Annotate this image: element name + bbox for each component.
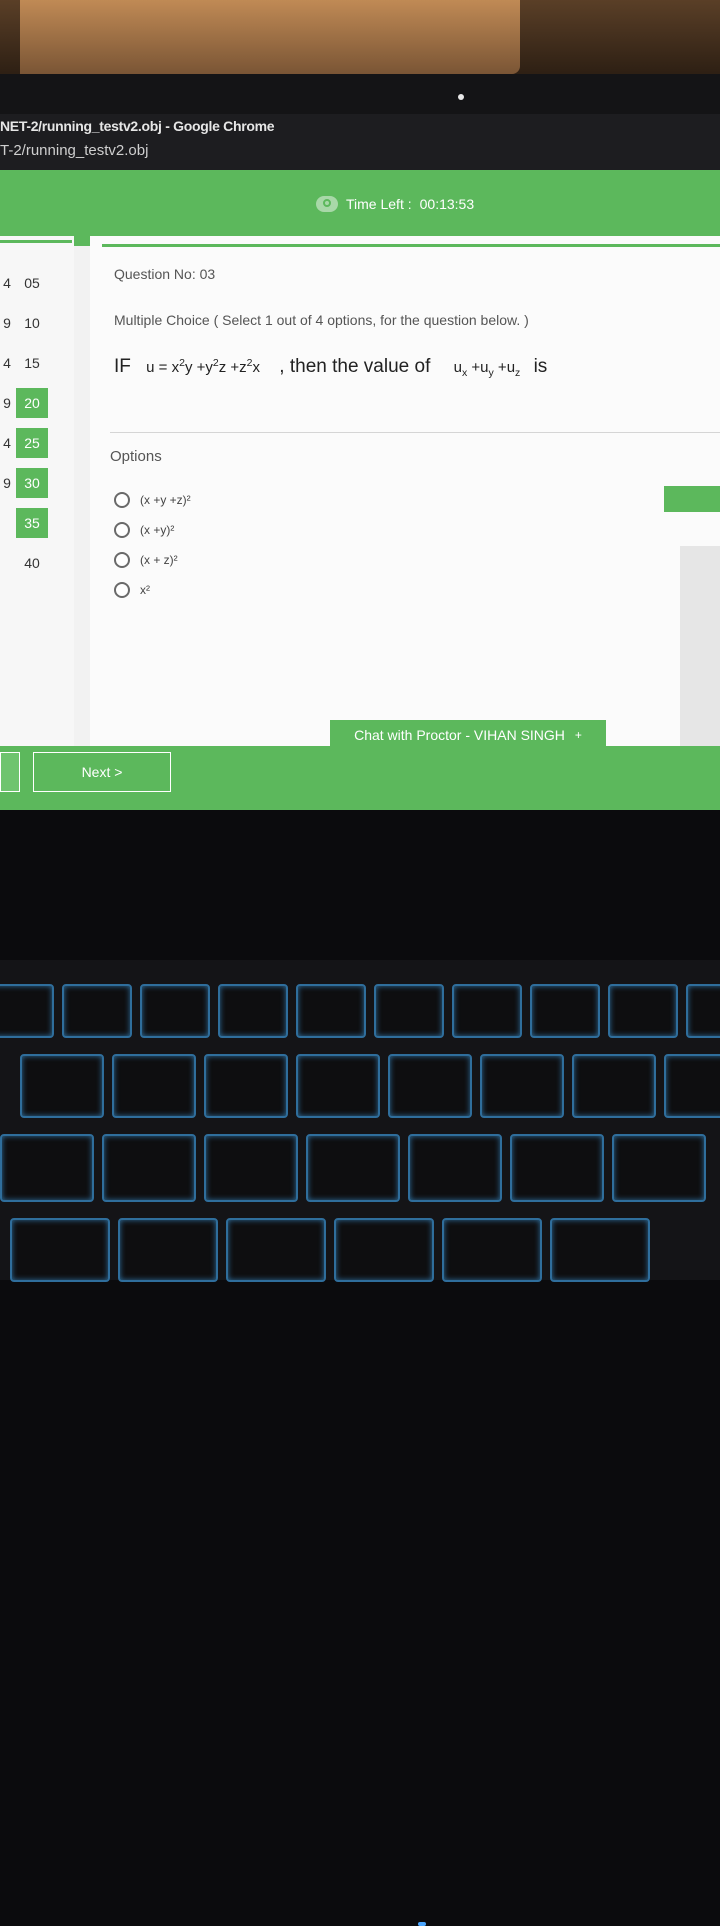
key — [408, 1134, 502, 1202]
key — [118, 1218, 218, 1282]
key — [664, 1054, 720, 1118]
option-4[interactable]: x² — [114, 582, 150, 598]
question-number: Question No: 03 — [114, 266, 216, 282]
power-indicator — [418, 1922, 426, 1926]
radio-button[interactable] — [114, 522, 130, 538]
side-panel — [680, 546, 720, 746]
palette-number[interactable]: 25 — [16, 428, 48, 458]
key — [452, 984, 522, 1038]
key — [510, 1134, 604, 1202]
key — [0, 984, 54, 1038]
key — [306, 1134, 400, 1202]
options-heading: Options — [110, 448, 162, 465]
plus-icon: + — [574, 728, 582, 742]
radio-button[interactable] — [114, 582, 130, 598]
key — [334, 1218, 434, 1282]
radio-button[interactable] — [114, 552, 130, 568]
key — [226, 1218, 326, 1282]
background-light — [20, 0, 520, 74]
palette-item[interactable]: 4 25 — [0, 428, 48, 458]
options-divider — [110, 432, 720, 433]
palette-number[interactable]: 05 — [16, 268, 48, 298]
option-label[interactable]: (x + z)² — [140, 553, 178, 567]
key — [102, 1134, 196, 1202]
palette-number[interactable]: 10 — [16, 308, 48, 338]
option-label[interactable]: (x +y)² — [140, 523, 174, 537]
key — [480, 1054, 564, 1118]
key — [62, 984, 132, 1038]
key — [204, 1134, 298, 1202]
key — [374, 984, 444, 1038]
palette-item[interactable]: 4 05 — [0, 268, 40, 298]
header-bar: Time Left : 00:13:53 — [0, 170, 720, 246]
previous-button[interactable] — [0, 752, 20, 792]
palette-item[interactable]: 4 15 — [0, 348, 40, 378]
key-row — [20, 1054, 720, 1118]
webcam — [458, 94, 464, 100]
key — [140, 984, 210, 1038]
chat-label: Chat with Proctor - VIHAN SINGH — [354, 727, 565, 743]
question-equation: u = x2y +y2z +z2x — [146, 357, 261, 376]
palette-number[interactable]: 30 — [16, 468, 48, 498]
question-expression: ux +uy +uz — [453, 359, 521, 379]
palette-item[interactable]: 9 10 — [0, 308, 40, 338]
key — [686, 984, 720, 1038]
palette-number[interactable]: 20 — [16, 388, 48, 418]
question-type: Multiple Choice ( Select 1 out of 4 opti… — [114, 312, 529, 328]
timer: Time Left : 00:13:53 — [316, 196, 474, 212]
key — [442, 1218, 542, 1282]
key-row — [10, 1218, 650, 1282]
palette-item[interactable]: 9 30 — [0, 468, 48, 498]
footer-bar: Next > — [0, 746, 720, 810]
palette-number[interactable]: 35 — [16, 508, 48, 538]
sidebar-divider — [0, 240, 72, 243]
palette-number[interactable]: 40 — [16, 548, 48, 578]
palette-number[interactable]: 15 — [16, 348, 48, 378]
key — [204, 1054, 288, 1118]
option-1[interactable]: (x +y +z)² — [114, 492, 191, 508]
browser-titlebar: NET-2/running_testv2.obj - Google Chrome… — [0, 114, 720, 172]
clock-icon — [316, 196, 338, 212]
window-title: NET-2/running_testv2.obj - Google Chrome — [0, 118, 275, 134]
option-label[interactable]: x² — [140, 583, 150, 597]
panel-divider — [102, 244, 720, 247]
key — [530, 984, 600, 1038]
exam-page: Time Left : 00:13:53 4 05 9 10 4 15 9 20… — [0, 170, 720, 810]
question-palette: 4 05 9 10 4 15 9 20 4 25 9 30 35 40 — [0, 236, 74, 756]
option-3[interactable]: (x + z)² — [114, 552, 178, 568]
key — [218, 984, 288, 1038]
question-text: IF u = x2y +y2z +z2x , then the value of… — [114, 356, 548, 379]
key — [608, 984, 678, 1038]
laptop-keyboard — [0, 960, 720, 1926]
timer-label: Time Left : — [346, 196, 412, 212]
key — [572, 1054, 656, 1118]
key — [10, 1218, 110, 1282]
option-label[interactable]: (x +y +z)² — [140, 493, 191, 507]
timer-value: 00:13:53 — [419, 196, 475, 212]
next-button[interactable]: Next > — [33, 752, 171, 792]
key — [20, 1054, 104, 1118]
key — [112, 1054, 196, 1118]
palette-item[interactable]: 9 20 — [0, 388, 48, 418]
key — [388, 1054, 472, 1118]
key — [0, 1134, 94, 1202]
key — [612, 1134, 706, 1202]
radio-button[interactable] — [114, 492, 130, 508]
key-row — [0, 1134, 706, 1202]
side-button[interactable] — [664, 486, 720, 512]
key-row — [0, 984, 720, 1038]
tab-title[interactable]: T-2/running_testv2.obj — [0, 142, 148, 159]
key — [296, 1054, 380, 1118]
key — [296, 984, 366, 1038]
key — [550, 1218, 650, 1282]
question-panel: Question No: 03 Multiple Choice ( Select… — [90, 236, 720, 756]
palette-item[interactable]: 40 — [0, 548, 40, 578]
option-2[interactable]: (x +y)² — [114, 522, 174, 538]
palette-item[interactable]: 35 — [0, 508, 48, 538]
